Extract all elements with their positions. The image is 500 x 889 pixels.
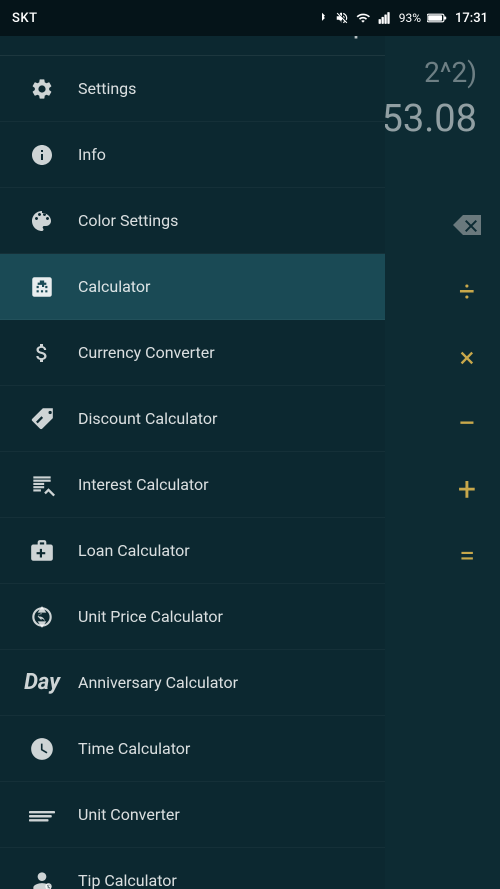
calculator-label: Calculator bbox=[78, 277, 150, 296]
unit-converter-icon bbox=[29, 808, 55, 822]
interest-icon bbox=[29, 472, 55, 498]
carrier-label: SKT bbox=[12, 11, 38, 26]
status-bar: SKT 93% 17:31 bbox=[0, 0, 500, 36]
color-settings-label: Color Settings bbox=[78, 211, 178, 230]
menu-item-settings[interactable]: Settings bbox=[0, 56, 385, 122]
menu-item-color-settings[interactable]: Color Settings bbox=[0, 188, 385, 254]
menu-item-tip-calculator[interactable]: % Tip Calculator bbox=[0, 848, 385, 889]
discount-label: Discount Calculator bbox=[78, 409, 217, 428]
menu-item-unit-converter[interactable]: Unit Converter bbox=[0, 782, 385, 848]
loan-icon-container bbox=[20, 529, 64, 573]
settings-icon bbox=[30, 77, 54, 101]
discount-icon-container bbox=[20, 397, 64, 441]
tip-icon: % bbox=[29, 868, 55, 889]
side-drawer: ⋮ Settings Info bbox=[0, 0, 385, 889]
menu-item-currency-converter[interactable]: Currency Converter bbox=[0, 320, 385, 386]
color-settings-icon bbox=[30, 209, 54, 233]
info-icon-container bbox=[20, 133, 64, 177]
menu-list: Settings Info Color Settings bbox=[0, 56, 385, 889]
mute-icon bbox=[335, 11, 349, 25]
menu-item-time-calculator[interactable]: Time Calculator bbox=[0, 716, 385, 782]
delete-button[interactable] bbox=[442, 200, 492, 250]
menu-item-calculator[interactable]: Calculator bbox=[0, 254, 385, 320]
currency-icon-container bbox=[20, 331, 64, 375]
calculator-icon bbox=[29, 274, 55, 300]
time-label-menu: Time Calculator bbox=[78, 739, 190, 758]
minus-button[interactable]: − bbox=[442, 398, 492, 448]
info-icon bbox=[30, 143, 54, 167]
battery-icon bbox=[427, 12, 447, 24]
settings-label: Settings bbox=[78, 79, 136, 98]
tip-label: Tip Calculator bbox=[78, 871, 177, 889]
equals-button[interactable]: = bbox=[442, 530, 492, 580]
plus-button[interactable]: + bbox=[442, 464, 492, 514]
currency-label: Currency Converter bbox=[78, 343, 215, 362]
menu-item-anniversary-calculator[interactable]: Day Anniversary Calculator bbox=[0, 650, 385, 716]
unit-price-icon-container bbox=[20, 595, 64, 639]
time-icon-container bbox=[20, 727, 64, 771]
time-label: 17:31 bbox=[455, 11, 488, 26]
unit-price-label: Unit Price Calculator bbox=[78, 607, 223, 626]
discount-icon bbox=[29, 406, 55, 432]
time-icon bbox=[29, 736, 55, 762]
menu-item-info[interactable]: Info bbox=[0, 122, 385, 188]
status-right: 93% 17:31 bbox=[315, 11, 488, 26]
divide-button[interactable]: ÷ bbox=[442, 266, 492, 316]
unit-converter-icon-container bbox=[20, 793, 64, 837]
loan-icon bbox=[29, 538, 55, 564]
bluetooth-icon bbox=[315, 11, 329, 25]
menu-item-interest-calculator[interactable]: Interest Calculator bbox=[0, 452, 385, 518]
menu-item-loan-calculator[interactable]: Loan Calculator bbox=[0, 518, 385, 584]
menu-item-unit-price-calculator[interactable]: Unit Price Calculator bbox=[0, 584, 385, 650]
signal-icon bbox=[377, 11, 393, 25]
currency-icon bbox=[30, 341, 54, 365]
color-settings-icon-container bbox=[20, 199, 64, 243]
info-label: Info bbox=[78, 145, 106, 164]
day-text-icon: Day bbox=[24, 670, 60, 695]
calculator-icon-container bbox=[20, 265, 64, 309]
loan-label: Loan Calculator bbox=[78, 541, 190, 560]
settings-icon-container bbox=[20, 67, 64, 111]
anniversary-icon-container: Day bbox=[20, 661, 64, 705]
battery-label: 93% bbox=[399, 11, 421, 25]
tip-icon-container: % bbox=[20, 859, 64, 889]
unit-converter-label: Unit Converter bbox=[78, 805, 180, 824]
menu-item-discount-calculator[interactable]: Discount Calculator bbox=[0, 386, 385, 452]
interest-label: Interest Calculator bbox=[78, 475, 209, 494]
multiply-button[interactable]: × bbox=[442, 332, 492, 382]
wifi-icon bbox=[355, 11, 371, 25]
anniversary-label: Anniversary Calculator bbox=[78, 673, 238, 692]
interest-icon-container bbox=[20, 463, 64, 507]
unit-price-icon bbox=[29, 604, 55, 630]
